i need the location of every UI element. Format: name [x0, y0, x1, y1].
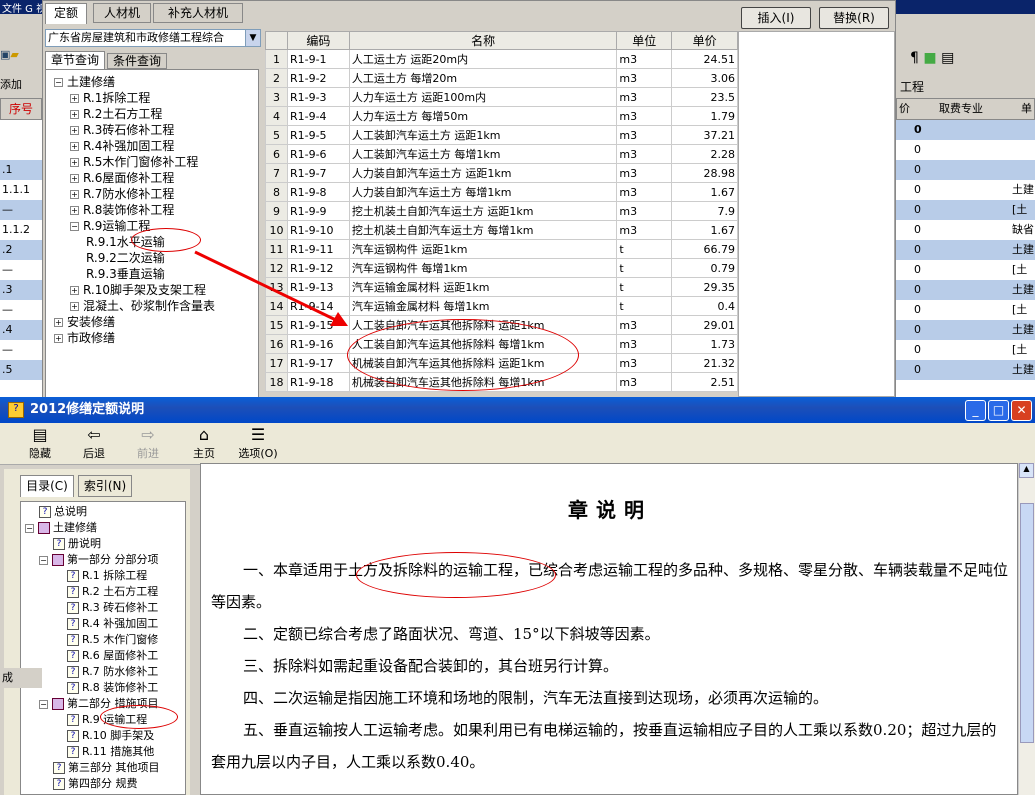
options-button[interactable]: ☰ 选项(O) [236, 425, 280, 461]
help-topic-icon: ? [53, 778, 65, 790]
help-topic-icon: ? [67, 682, 79, 694]
help-topic-icon: ? [67, 666, 79, 678]
contents-item-label: R.10 脚手架及 [82, 729, 155, 742]
paragraph: 二、定额已综合考虑了路面状况、弯道、15°以下斜坡等因素。 [243, 625, 660, 643]
contents-item-label: 第四部分 规费 [68, 777, 138, 790]
contents-item[interactable]: ? R.11 措施其他 [67, 744, 154, 760]
help-title-bar: 2012修缮定额说明 [0, 397, 1035, 423]
help-topic-icon: ? [67, 618, 79, 630]
contents-item[interactable]: ? 第四部分 规费 [53, 776, 138, 792]
contents-item-label: R.5 木作门窗修 [82, 633, 159, 646]
help-topic-icon: ? [67, 650, 79, 662]
book-icon [38, 522, 50, 534]
help-topic-icon: ? [39, 506, 51, 518]
paragraph: 三、拆除料如需起重设备配合装卸的，其台班另行计算。 [243, 657, 619, 675]
help-topic-icon: ? [67, 746, 79, 758]
maximize-icon[interactable]: □ [988, 400, 1009, 421]
contents-item[interactable]: ? 第三部分 其他项目 [53, 760, 160, 776]
minimize-icon[interactable]: _ [965, 400, 986, 421]
page-title: 章说明 [568, 498, 652, 522]
paragraph: 一、本章适用于土方及拆除料的运输工程，已综合考虑运输工程的多品种、多规格、零星分… [211, 561, 1009, 611]
contents-item-label: R.6 屋面修补工 [82, 649, 159, 662]
forward-button[interactable]: ⇨ 前进 [126, 425, 170, 461]
contents-item-label: 册说明 [68, 537, 101, 550]
contents-item-label: R.7 防水修补工 [82, 665, 159, 678]
toolbar-label: 前进 [137, 447, 159, 460]
toolbar-label: 主页 [193, 447, 215, 460]
home-button[interactable]: ⌂ 主页 [182, 425, 226, 461]
contents-item[interactable]: ? R.6 屋面修补工 [67, 648, 158, 664]
contents-item-label: R.1 拆除工程 [82, 569, 148, 582]
contents-item-label: R.11 措施其他 [82, 745, 155, 758]
contents-item-label: 总说明 [54, 505, 87, 518]
contents-item[interactable]: ? R.7 防水修补工 [67, 664, 158, 680]
help-topic-icon: ? [67, 570, 79, 582]
bg-left-label: 成 [0, 668, 42, 688]
paragraph: 五、垂直运输按人工运输考虑。如果利用已有电梯运输的，按垂直运输相应子目的人工乘以… [211, 721, 997, 771]
highlight-ellipse [356, 552, 556, 598]
help-topic-icon: ? [53, 538, 65, 550]
scroll-up-icon[interactable]: ▲ [1019, 463, 1034, 478]
contents-item-label: 第一部分 分部分项 [67, 553, 159, 566]
help-topic-icon: ? [67, 714, 79, 726]
options-icon: ☰ [250, 425, 266, 444]
back-icon: ⇦ [87, 425, 101, 444]
hide-button[interactable]: ▤ 隐藏 [18, 425, 62, 461]
help-title: 2012修缮定额说明 [30, 402, 145, 417]
contents-item[interactable]: ? R.1 拆除工程 [67, 568, 147, 584]
help-content: 章说明 一、本章适用于土方及拆除料的运输工程，已综合考虑运输工程的多品种、多规格… [200, 463, 1018, 795]
collapse-icon[interactable]: − [39, 699, 48, 709]
collapse-icon[interactable]: − [39, 555, 48, 565]
scroll-thumb[interactable] [1020, 503, 1034, 743]
contents-item[interactable]: ? R.3 砖石修补工 [67, 600, 158, 616]
home-icon: ⌂ [198, 425, 210, 444]
toolbar-label: 隐藏 [29, 447, 51, 460]
help-topic-icon: ? [67, 634, 79, 646]
help-toolbar: ▤ 隐藏 ⇦ 后退 ⇨ 前进 ⌂ 主页 ☰ 选项(O) [0, 423, 1035, 465]
contents-item-label: R.2 土石方工程 [82, 585, 159, 598]
highlight-ellipse [100, 705, 178, 729]
contents-item[interactable]: ? 册说明 [53, 536, 101, 552]
contents-item[interactable]: ? 总说明 [39, 504, 87, 520]
help-topic-icon: ? [67, 730, 79, 742]
book-icon [52, 698, 64, 710]
forward-icon: ⇨ [141, 425, 155, 444]
contents-item-label: R.8 装饰修补工 [82, 681, 159, 694]
nav-pane: 目录(C) 索引(N) ? 总说明 − 土建修缮? 册说明 − 第一部分 分部分项? R.1 … [4, 469, 190, 795]
contents-item-label: R.4 补强加固工 [82, 617, 159, 630]
contents-item[interactable]: ? R.10 脚手架及 [67, 728, 154, 744]
toolbar-label: 选项(O) [238, 447, 278, 460]
close-icon[interactable]: ✕ [1011, 400, 1032, 421]
contents-item[interactable]: ? R.2 土石方工程 [67, 584, 158, 600]
help-window: 2012修缮定额说明 ? _ □ ✕ ▤ 隐藏 ⇦ 后退 ⇨ 前进 ⌂ 主页 ☰ 选项(O) 目录… [0, 397, 1035, 795]
annotation-arrow [194, 250, 341, 324]
back-button[interactable]: ⇦ 后退 [72, 425, 116, 461]
tab-index[interactable]: 索引(N) [78, 475, 132, 497]
help-app-icon: ? [8, 402, 24, 418]
toolbar-label: 后退 [83, 447, 105, 460]
contents-item[interactable]: − 土建修缮 [25, 520, 97, 536]
contents-item[interactable]: − 第一部分 分部分项 [39, 552, 159, 568]
contents-item[interactable]: ? R.8 装饰修补工 [67, 680, 158, 696]
collapse-icon[interactable]: − [25, 523, 34, 533]
tab-contents[interactable]: 目录(C) [20, 475, 74, 497]
contents-tree: ? 总说明 − 土建修缮? 册说明 − 第一部分 分部分项? R.1 拆除工程? R.2 土石方… [20, 501, 186, 795]
contents-item-label: 第三部分 其他项目 [68, 761, 160, 774]
contents-item-label: R.3 砖石修补工 [82, 601, 159, 614]
contents-item[interactable]: ? R.4 补强加固工 [67, 616, 158, 632]
help-topic-icon: ? [67, 602, 79, 614]
paragraph: 四、二次运输是指因施工环境和场地的限制，汽车无法直接到达现场，必须再次运输的。 [243, 689, 829, 707]
contents-item[interactable]: ? R.5 木作门窗修 [67, 632, 158, 648]
help-topic-icon: ? [53, 762, 65, 774]
vertical-scrollbar[interactable]: ▲ [1018, 463, 1035, 795]
hide-icon: ▤ [32, 425, 48, 444]
book-icon [52, 554, 64, 566]
contents-item-label: 土建修缮 [53, 521, 97, 534]
help-topic-icon: ? [67, 586, 79, 598]
